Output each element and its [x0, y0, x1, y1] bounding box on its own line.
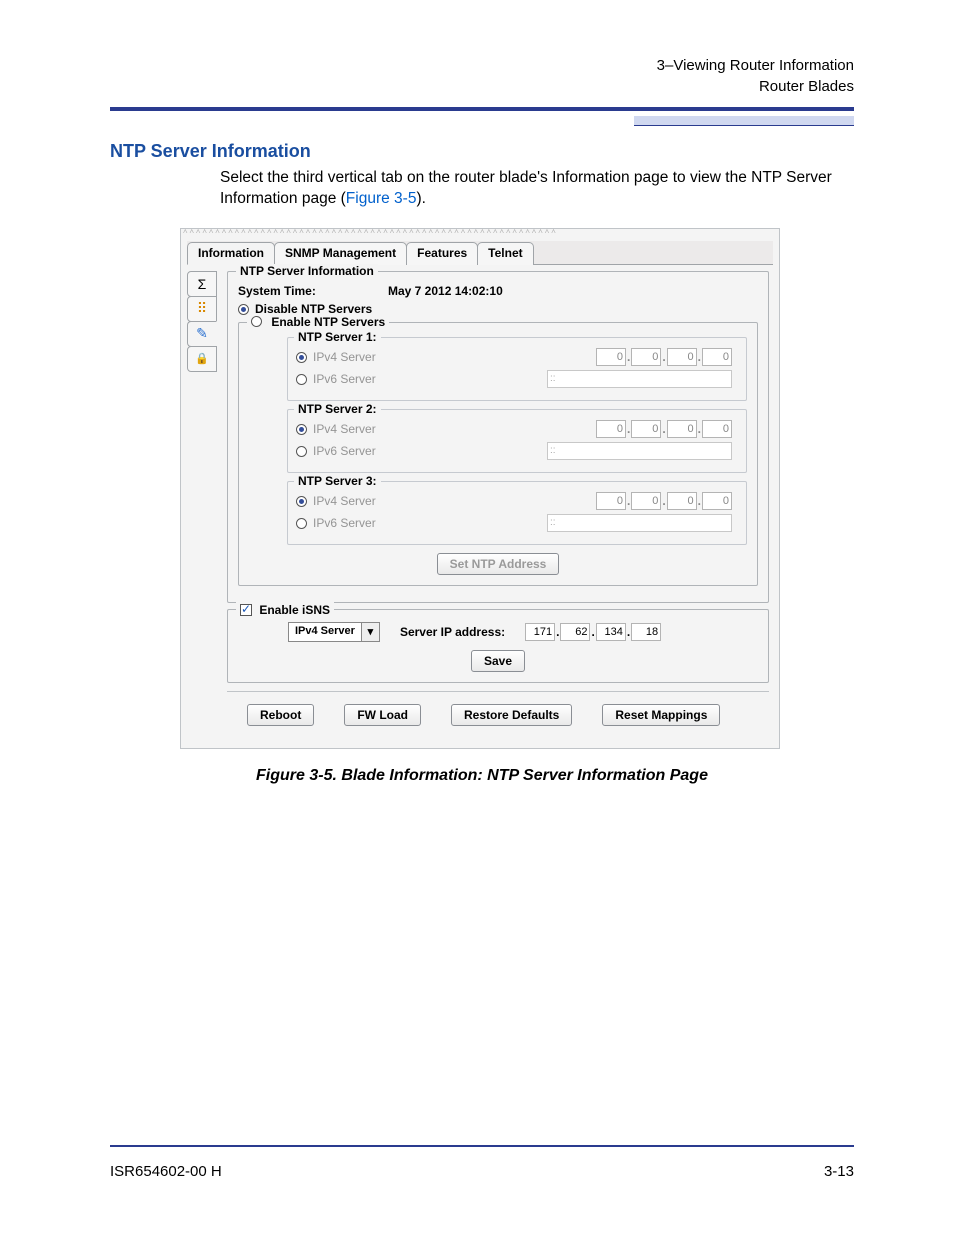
ntp-server-3-legend: NTP Server 3:: [294, 474, 381, 488]
vtab-sigma[interactable]: Σ: [187, 271, 217, 297]
ntp2-ip-octet-3[interactable]: [667, 420, 697, 438]
ipv4-label: IPv4 Server: [313, 350, 376, 364]
figure-caption: Figure 3-5. Blade Information: NTP Serve…: [110, 767, 854, 785]
section-crumb: Router Blades: [110, 76, 854, 97]
radio-icon: [238, 304, 249, 315]
radio-icon[interactable]: [296, 424, 307, 435]
isns-ip-octet-2[interactable]: [560, 623, 590, 641]
ntp-server-1-group: NTP Server 1: IPv4 Server . . .: [287, 337, 747, 401]
lock-icon: 🔒: [195, 352, 209, 365]
action-button-row: Reboot FW Load Restore Defaults Reset Ma…: [227, 691, 769, 738]
header-rule: [110, 107, 854, 111]
isns-legend[interactable]: Enable iSNS: [236, 602, 334, 617]
pencil-icon: ✎: [196, 325, 208, 342]
intro-text-post: ).: [416, 190, 425, 207]
isns-label: Enable iSNS: [259, 603, 330, 617]
ntp3-ip-octet-4[interactable]: [702, 492, 732, 510]
screenshot-figure: △△△△△△△△△△△△△△△△△△△△△△△△△△△△△△△△△△△△△△△△…: [180, 228, 780, 749]
disable-ntp-label: Disable NTP Servers: [255, 302, 372, 316]
ntp-server-1-legend: NTP Server 1:: [294, 330, 381, 344]
intro-text-pre: Select the third vertical tab on the rou…: [220, 169, 832, 207]
sigma-icon: Σ: [198, 276, 207, 292]
isns-ip-octet-4[interactable]: [631, 623, 661, 641]
ntp1-ipv6-input[interactable]: [547, 370, 732, 388]
ntp2-ip-octet-2[interactable]: [631, 420, 661, 438]
radio-icon[interactable]: [296, 518, 307, 529]
vtab-edit[interactable]: ✎: [187, 321, 217, 347]
checkbox-icon: [240, 604, 252, 616]
torn-edge-icon: △△△△△△△△△△△△△△△△△△△△△△△△△△△△△△△△△△△△△△△△…: [181, 227, 556, 233]
isns-ip-octet-3[interactable]: [596, 623, 626, 641]
enable-ntp-label: Enable NTP Servers: [271, 315, 385, 329]
ntp-server-2-group: NTP Server 2: IPv4 Server . . .: [287, 409, 747, 473]
ntp-server-info-group: NTP Server Information System Time: May …: [227, 271, 769, 603]
ntp1-ip-octet-2[interactable]: [631, 348, 661, 366]
save-button[interactable]: Save: [471, 650, 525, 672]
system-time-value: May 7 2012 14:02:10: [388, 284, 503, 298]
restore-defaults-button[interactable]: Restore Defaults: [451, 704, 572, 726]
section-heading: NTP Server Information: [110, 141, 854, 162]
tab-telnet[interactable]: Telnet: [477, 242, 533, 265]
ntp2-ip-octet-4[interactable]: [702, 420, 732, 438]
ntp1-ip-octet-4[interactable]: [702, 348, 732, 366]
ntp1-ip-octet-3[interactable]: [667, 348, 697, 366]
chevron-down-icon: ▾: [361, 623, 379, 641]
radio-icon[interactable]: [296, 496, 307, 507]
footer-rule: [110, 1145, 854, 1147]
set-ntp-address-button[interactable]: Set NTP Address: [437, 553, 560, 575]
figure-link[interactable]: Figure 3-5: [346, 190, 417, 207]
radio-icon[interactable]: [296, 446, 307, 457]
radio-icon[interactable]: [296, 352, 307, 363]
ipv6-label: IPv6 Server: [313, 444, 376, 458]
ntp-server-2-legend: NTP Server 2:: [294, 402, 381, 416]
page-edge-decoration: [634, 116, 854, 126]
enable-ntp-group: Enable NTP Servers NTP Server 1: IPv4 Se…: [238, 322, 758, 586]
ipv4-label: IPv4 Server: [313, 494, 376, 508]
tab-features[interactable]: Features: [406, 242, 478, 265]
tab-information[interactable]: Information: [187, 242, 275, 265]
ipv6-label: IPv6 Server: [313, 372, 376, 386]
vtab-lock[interactable]: 🔒: [187, 346, 217, 372]
server-ip-label: Server IP address:: [400, 625, 505, 639]
ipv6-label: IPv6 Server: [313, 516, 376, 530]
intro-paragraph: Select the third vertical tab on the rou…: [220, 168, 854, 210]
combo-value: IPv4 Server: [289, 623, 361, 641]
system-time-label: System Time:: [238, 284, 388, 298]
fw-load-button[interactable]: FW Load: [344, 704, 421, 726]
ntp3-ipv6-input[interactable]: [547, 514, 732, 532]
tab-bar: Information SNMP Management Features Tel…: [187, 241, 773, 265]
ipv4-label: IPv4 Server: [313, 422, 376, 436]
tab-snmp-management[interactable]: SNMP Management: [274, 242, 407, 265]
radio-icon: [251, 316, 262, 327]
ntp-server-3-group: NTP Server 3: IPv4 Server . . .: [287, 481, 747, 545]
doc-id: ISR654602-00 H: [110, 1163, 222, 1180]
isns-server-type-combo[interactable]: IPv4 Server ▾: [288, 622, 380, 642]
chapter-title: 3–Viewing Router Information: [110, 55, 854, 76]
disable-ntp-option[interactable]: Disable NTP Servers: [238, 302, 758, 316]
enable-isns-group: Enable iSNS IPv4 Server ▾ Server IP addr…: [227, 609, 769, 683]
ntp1-ip-octet-1[interactable]: [596, 348, 626, 366]
page-number: 3-13: [824, 1163, 854, 1180]
ntp3-ip-octet-1[interactable]: [596, 492, 626, 510]
enable-ntp-legend[interactable]: Enable NTP Servers: [247, 315, 389, 329]
reboot-button[interactable]: Reboot: [247, 704, 314, 726]
ntp2-ipv6-input[interactable]: [547, 442, 732, 460]
reset-mappings-button[interactable]: Reset Mappings: [602, 704, 720, 726]
vertical-tabs: Σ ⠿ ✎ 🔒: [187, 271, 221, 738]
vtab-grid[interactable]: ⠿: [187, 296, 217, 322]
grid-icon: ⠿: [197, 300, 207, 317]
ntp3-ip-octet-3[interactable]: [667, 492, 697, 510]
ntp2-ip-octet-1[interactable]: [596, 420, 626, 438]
ntp3-ip-octet-2[interactable]: [631, 492, 661, 510]
isns-ip-octet-1[interactable]: [525, 623, 555, 641]
ntp-group-legend: NTP Server Information: [236, 264, 378, 278]
radio-icon[interactable]: [296, 374, 307, 385]
